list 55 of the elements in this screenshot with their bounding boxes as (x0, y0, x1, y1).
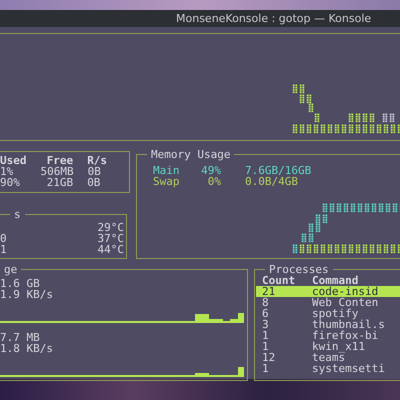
table-cell: code-insid (312, 286, 378, 297)
process-row[interactable]: 21 code-insid (256, 286, 400, 297)
process-row[interactable]: 3 thumbnail.s (256, 319, 400, 330)
panel-title: Processes (269, 264, 329, 275)
table-cell-text: 12 (261, 352, 276, 363)
memory-label: Main (153, 165, 180, 176)
table-cell-text: 1 (261, 330, 270, 341)
table-cell: thumbnail.s (312, 319, 385, 330)
temperature-value: 44°C (98, 244, 124, 255)
panel-title: s (13, 209, 22, 220)
network-rate: 1.9 KB/s (0, 289, 54, 300)
table-cell-text: 0B (86, 177, 102, 188)
table-cell: Web Conten (312, 297, 378, 308)
network-total: 7.7 MB (0, 332, 41, 343)
table-cell: teams (312, 352, 346, 363)
temperature-value: 29°C (98, 222, 124, 233)
column-header: Command (312, 275, 358, 286)
memory-percent: 0% (206, 176, 221, 187)
panel-title: ge (3, 264, 18, 275)
table-cell-text: 90% (0, 177, 21, 188)
column-header: Free (46, 155, 74, 166)
column-header: Used (0, 155, 28, 166)
temperature-value: 37°C (98, 233, 124, 244)
process-row[interactable]: 1 systemsetti (256, 363, 400, 374)
column-header: R/s (86, 155, 108, 166)
table-cell: kwin_x11 (312, 341, 365, 352)
table-cell-text: 21 (261, 286, 276, 297)
table-cell-text: 0B (86, 166, 102, 177)
table-cell: systemsetti (312, 363, 385, 374)
table-cell: firefox-bi (312, 330, 378, 341)
memory-label: Swap (153, 176, 180, 187)
table-cell-text: 3 (261, 319, 270, 330)
window-title: MonseneKonsole : gotop — Konsole (176, 12, 372, 25)
table-cell-text: 6 (261, 308, 270, 319)
table-cell-text: 21GB (46, 177, 74, 188)
network-total: 1.6 GB (0, 278, 41, 289)
column-header: Count (261, 275, 296, 286)
panel-title: Memory Usage (150, 149, 232, 160)
process-row[interactable]: 1 kwin_x11 (256, 341, 400, 352)
table-cell-text: 8 (261, 297, 270, 308)
sensor-label: 1 (0, 244, 7, 255)
table-cell: spotify (312, 308, 358, 319)
process-row[interactable]: 1 firefox-bi (256, 330, 400, 341)
process-row[interactable]: 6 spotify (256, 308, 400, 319)
memory-percent: 49% (200, 165, 221, 176)
table-cell-text: 1 (261, 341, 269, 352)
memory-amount: 7.6GB/16GB (245, 165, 312, 176)
table-cell-text: 1% (0, 166, 14, 177)
table-cell: 506MB (40, 166, 74, 177)
network-rate: 1.8 KB/s (0, 343, 54, 354)
process-row[interactable]: 8 Web Conten (256, 297, 400, 308)
process-row[interactable]: 12 teams (256, 352, 400, 363)
memory-amount: 0.0B/4GB (245, 176, 298, 187)
sensor-label: 0 (0, 233, 7, 244)
table-cell-text: 1 (261, 363, 270, 374)
